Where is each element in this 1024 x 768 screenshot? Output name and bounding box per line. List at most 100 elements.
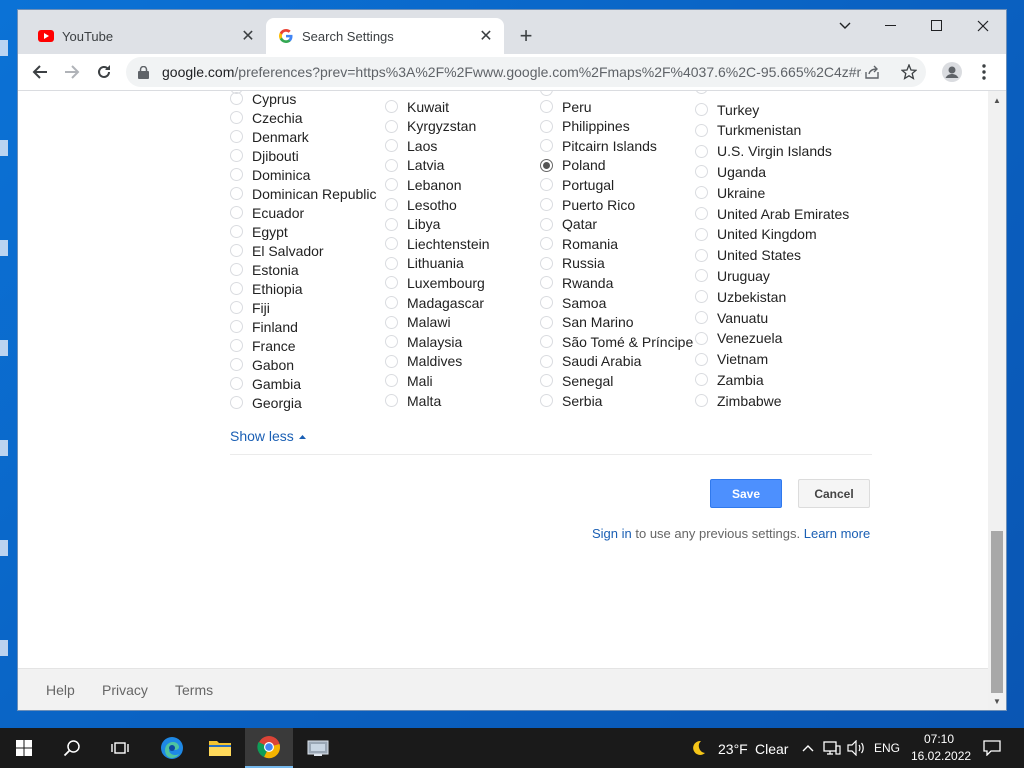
region-option[interactable]: Poland (540, 156, 606, 175)
tab-youtube[interactable]: YouTube ✕ (26, 18, 266, 54)
region-option[interactable]: Finland (230, 317, 298, 336)
weather-condition[interactable]: Clear (755, 741, 788, 757)
region-option[interactable] (695, 91, 717, 97)
file-explorer-icon[interactable] (196, 728, 244, 768)
desktop-icon-edge[interactable] (0, 340, 8, 356)
region-option[interactable]: Egypt (230, 222, 288, 241)
desktop-icon-edge[interactable] (0, 440, 8, 456)
region-option[interactable]: Georgia (230, 393, 302, 412)
lock-icon[interactable] (138, 65, 152, 79)
region-option[interactable]: Vietnam (695, 350, 768, 369)
footer-help-link[interactable]: Help (46, 682, 75, 698)
region-option[interactable]: Qatar (540, 215, 597, 234)
region-option[interactable]: Lithuania (385, 254, 464, 273)
volume-icon[interactable] (844, 728, 868, 768)
region-option[interactable]: Kuwait (385, 97, 449, 116)
region-option[interactable]: Pitcairn Islands (540, 136, 657, 155)
radio-button[interactable] (540, 217, 553, 231)
region-option[interactable]: São Tomé & Príncipe (540, 332, 693, 351)
radio-button[interactable] (695, 373, 708, 387)
radio-button[interactable] (695, 207, 708, 220)
footer-terms-link[interactable]: Terms (175, 682, 213, 698)
address-bar[interactable]: google.com/preferences?prev=https%3A%2F%… (126, 57, 926, 87)
region-option[interactable]: France (230, 336, 296, 355)
region-option[interactable]: United Arab Emirates (695, 204, 849, 223)
region-option[interactable]: Gambia (230, 374, 301, 393)
radio-button[interactable] (230, 377, 243, 390)
radio-button[interactable] (695, 331, 708, 345)
radio-button[interactable] (230, 282, 243, 295)
radio-button[interactable] (385, 139, 398, 153)
chevron-up-icon[interactable] (796, 728, 820, 768)
region-option[interactable]: Peru (540, 97, 592, 116)
region-option[interactable]: Malaysia (385, 332, 462, 351)
clock-time[interactable]: 07:10 (924, 732, 954, 746)
region-option[interactable]: Lesotho (385, 195, 457, 214)
region-option[interactable]: Madagascar (385, 293, 484, 312)
desktop-icon-edge[interactable] (0, 140, 8, 156)
region-option[interactable]: El Salvador (230, 241, 324, 260)
scroll-up-arrow-icon[interactable]: ▲ (988, 93, 1006, 107)
radio-button[interactable] (695, 144, 708, 158)
radio-button[interactable] (385, 217, 398, 231)
region-option[interactable]: Russia (540, 254, 605, 273)
input-language[interactable]: ENG (874, 741, 900, 755)
region-option[interactable]: United States (695, 246, 801, 265)
region-option[interactable]: Gabon (230, 355, 294, 374)
region-option[interactable]: Lebanon (385, 175, 462, 194)
radio-button[interactable] (540, 354, 553, 368)
desktop-icon-edge[interactable] (0, 40, 8, 56)
radio-button[interactable] (695, 103, 708, 116)
region-option[interactable]: Turkey (695, 100, 759, 119)
forward-arrow-icon[interactable] (58, 58, 86, 86)
region-option[interactable]: Uzbekistan (695, 287, 786, 306)
radio-button[interactable] (385, 100, 398, 113)
radio-button[interactable] (230, 225, 243, 238)
bookmark-star-icon[interactable] (896, 57, 922, 87)
region-option[interactable]: Uganda (695, 162, 766, 181)
region-option[interactable]: Djibouti (230, 146, 299, 165)
region-option[interactable]: Puerto Rico (540, 195, 635, 214)
desktop-icon-edge[interactable] (0, 540, 8, 556)
radio-button[interactable] (695, 165, 708, 179)
region-option[interactable]: Ethiopia (230, 279, 303, 298)
region-option[interactable]: Saudi Arabia (540, 352, 641, 371)
footer-privacy-link[interactable]: Privacy (102, 682, 148, 698)
region-option[interactable]: Venezuela (695, 329, 782, 348)
radio-button[interactable] (540, 198, 553, 211)
radio-button[interactable] (540, 335, 553, 349)
radio-button[interactable] (230, 301, 243, 314)
region-option[interactable]: Zambia (695, 370, 764, 389)
region-option[interactable]: Denmark (230, 127, 309, 146)
region-option[interactable]: Maldives (385, 352, 462, 371)
region-option[interactable]: Liechtenstein (385, 234, 490, 253)
radio-button[interactable] (230, 206, 243, 219)
radio-button[interactable] (540, 276, 553, 290)
region-option[interactable]: Laos (385, 136, 437, 155)
radio-button[interactable] (230, 263, 243, 276)
radio-button[interactable] (540, 256, 553, 270)
save-button[interactable]: Save (710, 479, 782, 508)
close-tab-icon[interactable]: ✕ (238, 26, 258, 46)
region-option[interactable]: Samoa (540, 293, 606, 312)
sign-in-link[interactable]: Sign in (592, 526, 632, 541)
region-option[interactable]: Mali (385, 371, 433, 390)
region-option[interactable]: Dominica (230, 165, 310, 184)
radio-button[interactable] (385, 374, 398, 388)
task-view-icon[interactable] (96, 728, 144, 768)
radio-button[interactable] (695, 269, 708, 283)
region-option[interactable]: Luxembourg (385, 273, 485, 292)
show-less-link[interactable]: Show less (230, 428, 306, 444)
reload-icon[interactable] (90, 58, 118, 86)
notifications-icon[interactable] (970, 728, 1014, 768)
region-option[interactable]: Rwanda (540, 273, 613, 292)
network-app-icon[interactable] (294, 728, 342, 768)
region-option[interactable]: Estonia (230, 260, 299, 279)
region-option[interactable]: Latvia (385, 156, 444, 175)
close-window-icon[interactable] (960, 10, 1006, 42)
share-icon[interactable] (859, 57, 885, 87)
radio-button[interactable] (385, 315, 398, 329)
weather-moon-icon[interactable] (676, 728, 720, 768)
radio-button[interactable] (230, 320, 243, 333)
radio-button[interactable] (385, 276, 398, 290)
